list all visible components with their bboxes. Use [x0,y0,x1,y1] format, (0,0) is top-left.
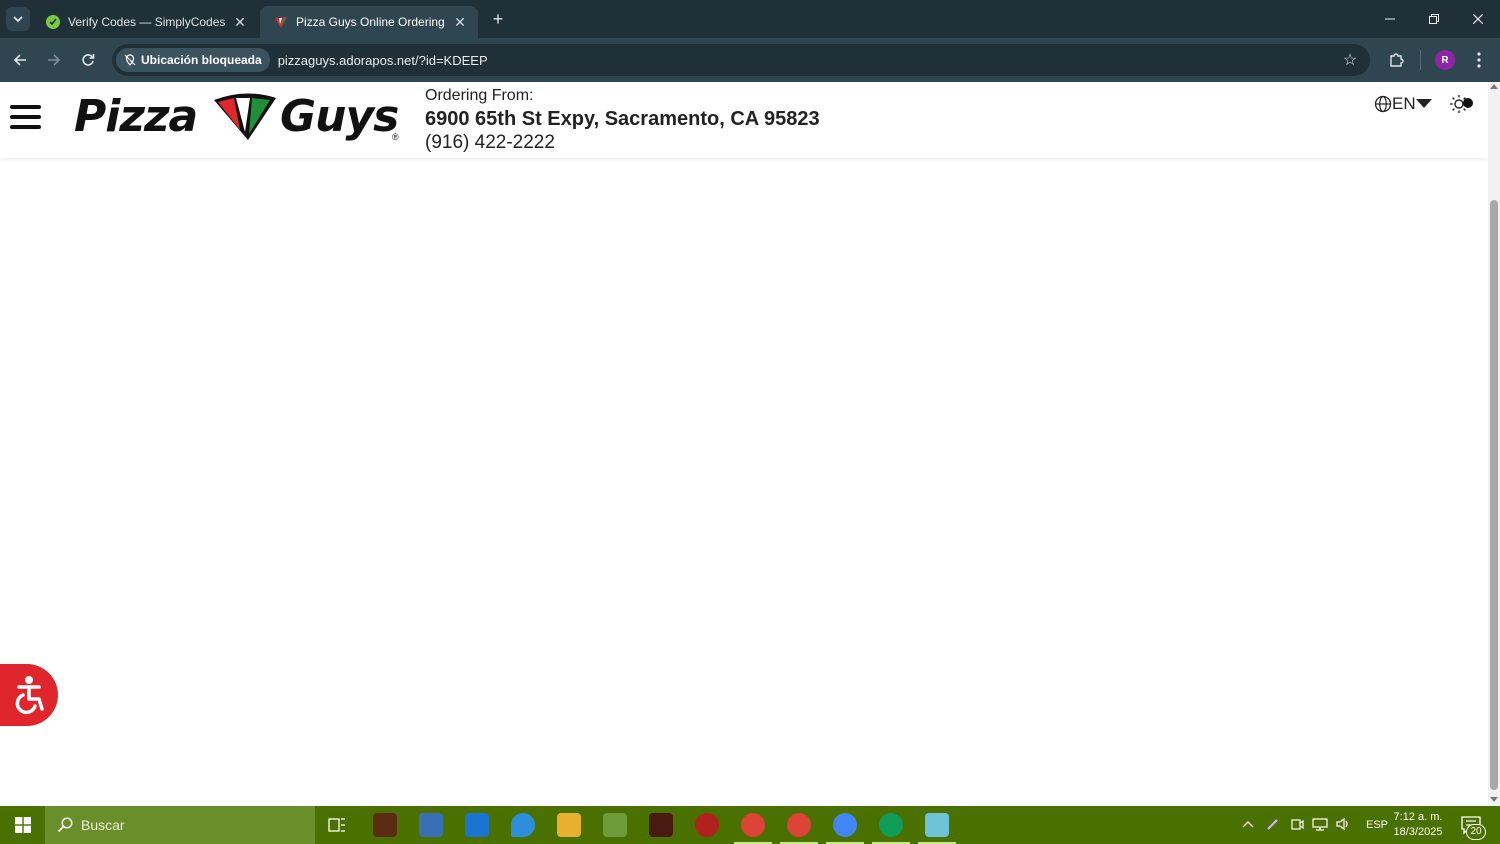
taskbar-search-placeholder: Buscar [81,817,125,833]
browser-toolbar: Ubicación bloqueada pizzaguys.adorapos.n… [0,38,1500,82]
close-icon[interactable]: ✕ [232,14,248,31]
extensions-button[interactable] [1384,48,1408,72]
address-bar[interactable]: Ubicación bloqueada pizzaguys.adorapos.n… [112,44,1370,76]
close-icon[interactable]: ✕ [452,14,468,31]
tab-title: Pizza Guys Online Ordering [296,15,445,29]
arrow-left-icon [13,54,26,66]
globe-icon [1374,95,1392,113]
hamburger-menu-icon[interactable] [10,105,41,129]
scroll-down-icon[interactable] [1490,797,1498,802]
chrome-profile-w-icon[interactable] [741,813,765,837]
window-controls [1368,0,1500,38]
store-phone: (916) 422-2222 [425,132,555,153]
simplycodes-icon [46,15,60,29]
tab-title: Verify Codes — SimplyCodes [68,15,226,29]
logo-text-pizza: Pizza [74,91,198,142]
url-text: pizzaguys.adorapos.net/?id=KDEEP [277,52,488,68]
game-app-icon[interactable] [373,813,397,837]
start-button[interactable] [0,806,45,844]
profile-button[interactable]: R [1433,48,1457,72]
theme-toggle[interactable] [1449,92,1475,116]
clock-date: 18/3/2025 [1393,826,1443,838]
back-button[interactable] [8,48,32,72]
store-address: 6900 65th St Expy, Sacramento, CA 95823 [425,108,820,130]
chrome-profile-e-icon[interactable] [879,813,903,837]
minimize-button[interactable] [1368,0,1412,38]
tab-bar: Verify Codes — SimplyCodes ✕ Pizza Guys … [0,0,1500,38]
arrow-right-icon [48,54,61,66]
site-info-chip[interactable]: Ubicación bloqueada [116,48,270,72]
notepad-app-icon[interactable] [925,813,949,837]
reload-button[interactable] [76,48,100,72]
new-tab-button[interactable]: + [488,8,508,30]
pizza-slice-icon [214,93,276,140]
pizzaguys-logo[interactable]: Pizza Guys ® [74,90,404,146]
store-app-icon[interactable] [603,813,627,837]
logo-text-guys: Guys [280,91,399,142]
taskbar-search[interactable]: Buscar [45,806,315,844]
language-selector[interactable]: EN [1374,94,1432,114]
pen-icon[interactable] [1266,817,1280,834]
notification-badge: 20 [1466,824,1486,840]
restore-button[interactable] [1412,0,1456,38]
close-icon [1473,14,1483,24]
accessibility-button[interactable] [0,664,58,726]
scroll-up-icon[interactable] [1490,84,1498,89]
sun-moon-icon [1450,95,1473,113]
minimize-icon [1385,18,1395,20]
site-header: Pizza Guys ® Ordering From: 6900 65th St… [0,82,1488,158]
registered-mark: ® [392,132,399,142]
system-tray: ESP [1242,806,1388,844]
ordering-info: Ordering From: 6900 65th St Expy, Sacram… [425,87,820,154]
network-icon[interactable] [1312,817,1328,834]
toolbar-divider [1420,50,1421,70]
site-chip-label: Ubicación bloqueada [141,53,262,67]
tab-pizzaguys[interactable]: Pizza Guys Online Ordering ✕ [260,6,478,38]
close-window-button[interactable] [1456,0,1500,38]
browser-menu-button[interactable] [1467,48,1491,72]
task-view-icon[interactable] [328,816,346,834]
tab-simplycodes[interactable]: Verify Codes — SimplyCodes ✕ [32,6,258,38]
contacts-app-icon[interactable] [419,813,443,837]
chevron-down-icon [13,16,23,23]
document-app-icon[interactable] [465,813,489,837]
input-language[interactable]: ESP [1366,819,1388,831]
ordering-label: Ordering From: [425,87,534,104]
game-launcher-icon[interactable] [649,813,673,837]
caret-down-icon [1415,99,1432,108]
pizzaguys-icon [274,15,288,29]
page-scrollbar[interactable] [1488,82,1500,806]
windows-logo-icon [14,817,31,833]
scroll-thumb[interactable] [1490,200,1498,790]
file-explorer-icon[interactable] [557,813,581,837]
accessibility-icon [15,676,44,715]
bookmark-star-icon[interactable]: ☆ [1340,50,1360,70]
windows-taskbar: Buscar ESP 7:12 a. m. 18/3/2025 20 [0,806,1500,844]
language-label: EN [1392,94,1416,113]
reload-icon [82,54,95,66]
clock[interactable]: 7:12 a. m. 18/3/2025 [1388,810,1448,840]
page-viewport: Pizza Guys ® Ordering From: 6900 65th St… [0,82,1500,806]
tab-search-button[interactable] [6,7,30,31]
meet-now-icon[interactable] [1290,817,1304,834]
chevron-up-icon[interactable] [1242,819,1254,831]
kebab-menu-icon [1477,52,1481,68]
avatar: R [1435,50,1455,70]
forward-button[interactable] [42,48,66,72]
chrome-profile-r-icon[interactable] [787,813,811,837]
clock-time: 7:12 a. m. [1393,811,1443,823]
vpn-app-icon[interactable] [511,813,535,837]
location-blocked-icon [124,54,136,66]
restore-icon [1429,14,1439,24]
chrome-profile-f-icon[interactable] [833,813,857,837]
puzzle-icon [1390,53,1404,67]
search-icon [57,817,73,833]
media-app-icon[interactable] [695,813,719,837]
volume-icon[interactable] [1336,817,1352,834]
